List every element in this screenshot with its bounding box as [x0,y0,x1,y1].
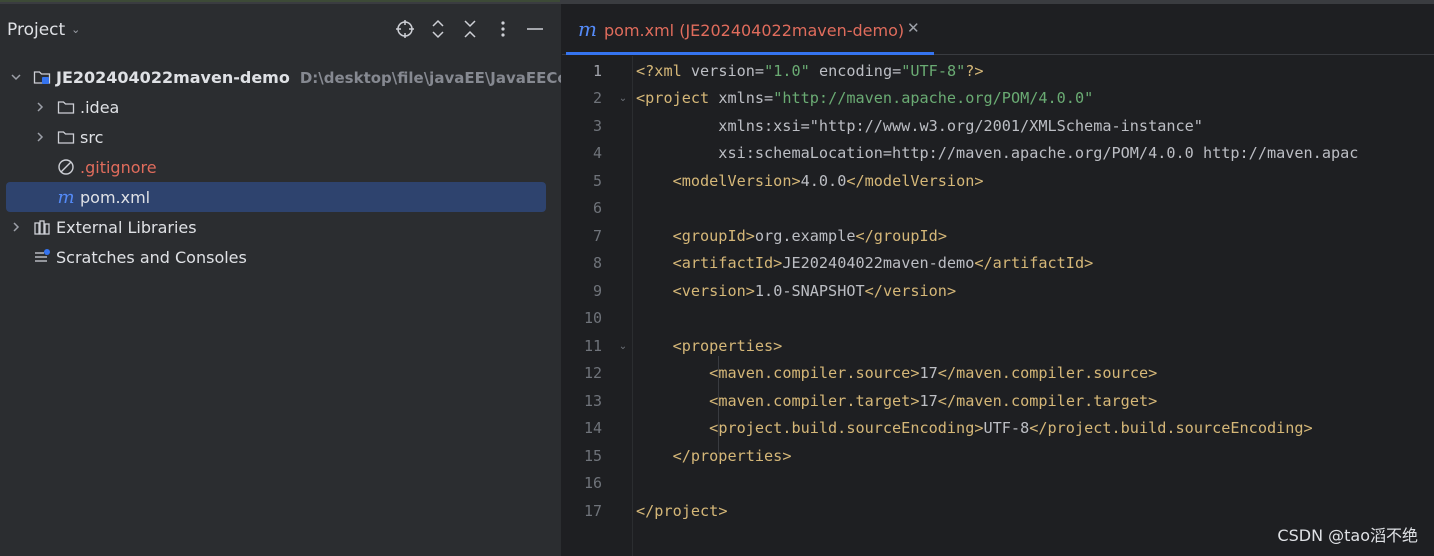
ignored-file-icon [57,158,75,176]
line-number: 13 [583,392,602,410]
line-number: 4 [592,144,602,162]
code-line: <?xml version="1.0" encoding="UTF-8"?> [636,62,984,80]
maven-icon: m [578,17,597,41]
watermark: CSDN @tao滔不绝 [1277,526,1418,545]
project-header: Project ⌄ [0,4,561,56]
line-number: 5 [592,172,602,190]
more-options-icon[interactable] [492,18,514,40]
code-line: <artifactId>JE202404022maven-demo</artif… [672,254,1094,272]
chevron-right-icon[interactable] [10,221,22,233]
line-number: 6 [592,199,602,217]
project-view-selector[interactable]: Project ⌄ [7,20,80,40]
project-title: Project [7,20,66,40]
tree-item-label: src [80,127,104,147]
line-number: 7 [592,227,602,245]
chevron-right-icon[interactable] [34,101,46,113]
line-number-gutter: 1 2 3 4 5 6 7 8 9 10 11 12 13 14 15 16 1… [562,56,632,556]
editor-area: m pom.xml (JE202404022maven-demo) ✕ 1 2 … [562,4,1434,556]
code-line: <properties> [672,337,783,355]
tree-item-src[interactable]: src [0,122,561,152]
root-project-path: D:\desktop\file\javaEE\JavaEECod [299,68,561,87]
fold-chevron-icon[interactable]: ⌄ [617,341,629,352]
line-number: 9 [592,282,602,300]
close-icon[interactable]: ✕ [907,19,920,37]
chevron-down-icon[interactable] [10,71,22,83]
tree-item-label: Scratches and Consoles [56,247,247,267]
code-line: </project> [636,502,728,520]
code-line: xsi:schemaLocation=http://maven.apache.o… [718,144,1359,162]
tree-item-idea[interactable]: .idea [0,92,561,122]
hide-panel-icon[interactable] [524,18,546,40]
line-number: 11 [583,337,602,355]
active-tab-underline [566,52,934,55]
line-number: 2 [592,89,602,107]
tree-item-external-libraries[interactable]: External Libraries [0,212,561,242]
code-line: <project.build.sourceEncoding>UTF-8</pro… [709,419,1313,437]
gutter-separator [632,56,633,556]
line-number: 8 [592,254,602,272]
folder-icon [57,98,75,116]
tree-item-gitignore[interactable]: .gitignore [0,152,561,182]
line-number: 10 [583,309,602,327]
fold-chevron-icon[interactable]: ⌄ [617,93,629,104]
code-line: <modelVersion>4.0.0</modelVersion> [672,172,984,190]
code-line: </properties> [672,447,792,465]
code-line: xmlns:xsi="http://www.w3.org/2001/XMLSch… [718,117,1203,135]
line-number: 16 [583,474,602,492]
tree-item-label: .gitignore [80,157,157,177]
tab-pom-xml[interactable]: m pom.xml (JE202404022maven-demo) ✕ [562,4,934,55]
module-folder-icon [33,68,51,86]
tree-item-scratches[interactable]: Scratches and Consoles [0,242,561,272]
chevron-right-icon[interactable] [34,131,46,143]
tree-item-root[interactable]: JE202404022maven-demo D:\desktop\file\jav… [0,62,561,92]
project-tool-window: Project ⌄ JE202404022maven-demo D:\deskt… [0,4,561,556]
code-line: <project xmlns="http://maven.apache.org/… [636,89,1094,107]
line-number: 12 [583,364,602,382]
code-line: <groupId>org.example</groupId> [672,227,947,245]
tree-item-label: pom.xml [80,187,151,207]
maven-icon: m [57,186,75,208]
line-number: 14 [583,419,602,437]
line-number: 3 [592,117,602,135]
code-line: <maven.compiler.source>17</maven.compile… [709,364,1158,382]
code-editor[interactable]: <?xml version="1.0" encoding="UTF-8"?> <… [636,56,1434,556]
tree-item-label: .idea [80,97,120,117]
code-line: <maven.compiler.target>17</maven.compile… [709,392,1158,410]
line-number: 1 [592,62,602,80]
line-number: 17 [583,502,602,520]
chevron-down-icon: ⌄ [71,23,81,36]
scratches-icon [33,248,51,266]
collapse-all-icon[interactable] [459,18,481,40]
tree-item-pom-xml[interactable]: m pom.xml [6,182,546,212]
root-project-name: JE202404022maven-demo [56,67,290,87]
tree-item-label: External Libraries [56,217,197,237]
folder-icon [57,128,75,146]
expand-all-icon[interactable] [427,18,449,40]
code-line: <version>1.0-SNAPSHOT</version> [672,282,957,300]
library-icon [33,218,51,236]
line-number: 15 [583,447,602,465]
tab-label: pom.xml (JE202404022maven-demo) [604,21,905,40]
locate-file-icon[interactable] [394,18,416,40]
editor-tab-bar: m pom.xml (JE202404022maven-demo) ✕ [562,4,1434,55]
